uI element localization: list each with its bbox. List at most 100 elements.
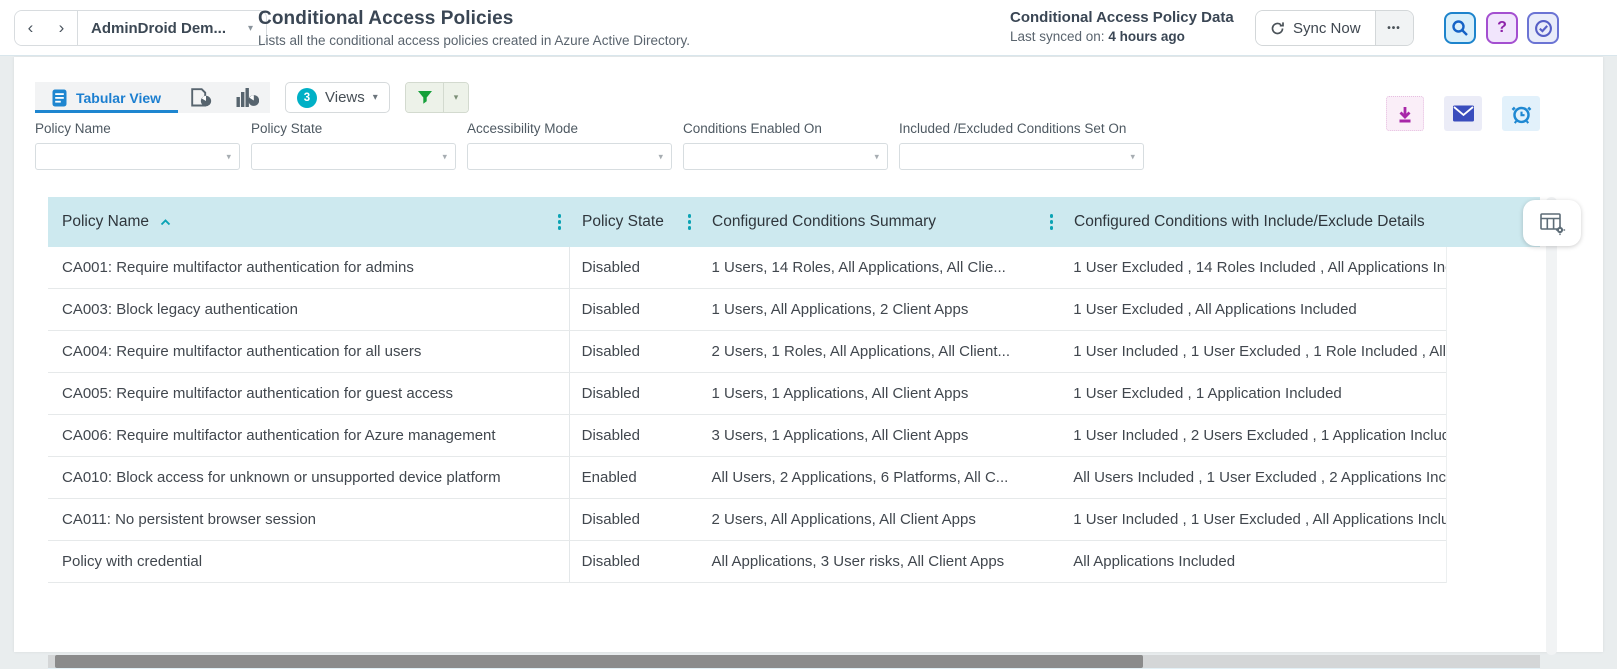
question-icon: ? xyxy=(1497,19,1507,37)
policies-table: Policy Name Policy State Configured Cond… xyxy=(48,197,1540,583)
export-actions xyxy=(1386,96,1540,131)
last-synced: Last synced on: 4 hours ago xyxy=(1010,29,1234,44)
tab-report-view[interactable] xyxy=(178,82,224,113)
cell-conditions-summary: 1 Users, 1 Applications, All Client Apps xyxy=(700,385,1062,402)
cell-conditions-summary: 3 Users, 1 Applications, All Client Apps xyxy=(700,427,1062,444)
schedule-alert-button[interactable] xyxy=(1502,96,1540,131)
apply-filter-button[interactable] xyxy=(406,83,443,112)
sync-more-button[interactable]: ••• xyxy=(1375,11,1413,45)
filter-dropdown[interactable]: ▾ xyxy=(683,143,888,170)
column-chooser-button[interactable] xyxy=(1523,200,1581,246)
download-icon xyxy=(1395,104,1415,124)
search-icon xyxy=(1451,19,1469,37)
vertical-scrollbar[interactable] xyxy=(1546,197,1557,655)
help-button[interactable]: ? xyxy=(1486,12,1518,44)
table-row[interactable]: CA004: Require multifactor authenticatio… xyxy=(48,331,1446,373)
last-synced-value: 4 hours ago xyxy=(1108,29,1185,44)
chevron-down-icon: ▾ xyxy=(442,151,447,162)
filter-label: Accessibility Mode xyxy=(467,121,672,136)
table-row[interactable]: CA001: Require multifactor authenticatio… xyxy=(48,247,1446,289)
table-row[interactable]: CA006: Require multifactor authenticatio… xyxy=(48,415,1446,457)
table-settings-icon xyxy=(1539,211,1566,236)
cell-policy-state: Disabled xyxy=(570,553,700,570)
views-dropdown-button[interactable]: 3 Views ▾ xyxy=(285,82,390,113)
email-button[interactable] xyxy=(1444,96,1482,131)
cell-policy-state: Enabled xyxy=(570,469,700,486)
cell-include-exclude-details: 1 User Excluded , 14 Roles Included , Al… xyxy=(1061,259,1446,276)
column-menu-icon[interactable] xyxy=(1041,214,1063,230)
tab-tabular-view[interactable]: Tabular View xyxy=(35,82,178,113)
filter-label: Included /Excluded Conditions Set On xyxy=(899,121,1144,136)
chevron-down-icon: ▾ xyxy=(874,151,879,162)
chevron-down-icon: ▾ xyxy=(454,92,459,103)
filter-dropdown[interactable]: ▾ xyxy=(467,143,672,170)
cell-include-exclude-details: 1 User Included , 2 Users Excluded , 1 A… xyxy=(1061,427,1446,444)
cell-policy-state: Disabled xyxy=(570,385,700,402)
cell-include-exclude-details: 1 User Excluded , 1 Application Included xyxy=(1061,385,1446,402)
views-count-badge: 3 xyxy=(297,88,317,108)
cell-policy-name: CA004: Require multifactor authenticatio… xyxy=(48,331,570,372)
column-label: Configured Conditions with Include/Exclu… xyxy=(1074,213,1425,231)
filter-dropdown[interactable]: ▾ xyxy=(35,143,240,170)
ellipsis-icon: ••• xyxy=(1387,23,1401,34)
chevron-down-icon: ▾ xyxy=(658,151,663,162)
bar-pie-chart-icon xyxy=(236,88,259,107)
forward-button[interactable]: › xyxy=(46,11,77,45)
page-title-block: Conditional Access Policies Lists all th… xyxy=(258,8,690,48)
nav-tenant-group: ‹ › AdminDroid Dem... ▾ xyxy=(14,10,267,46)
view-tab-group: Tabular View xyxy=(35,82,270,113)
filter-row: Policy Name ▾ Policy State ▾ Accessibili… xyxy=(35,121,1155,170)
table-row[interactable]: Policy with credential Disabled All Appl… xyxy=(48,541,1446,583)
filter-label: Policy Name xyxy=(35,121,240,136)
report-pie-icon xyxy=(191,88,212,107)
cell-conditions-summary: 1 Users, All Applications, 2 Client Apps xyxy=(700,301,1062,318)
horizontal-scrollbar-thumb[interactable] xyxy=(55,655,1143,668)
tenant-name: AdminDroid Dem... xyxy=(91,20,226,37)
table-row[interactable]: CA010: Block access for unknown or unsup… xyxy=(48,457,1446,499)
cell-policy-name: CA010: Block access for unknown or unsup… xyxy=(48,457,570,498)
top-header-bar: ‹ › AdminDroid Dem... ▾ Conditional Acce… xyxy=(0,0,1617,56)
table-header-row: Policy Name Policy State Configured Cond… xyxy=(48,197,1540,247)
table-body: CA001: Require multifactor authenticatio… xyxy=(48,247,1447,583)
schedule-status-button[interactable] xyxy=(1527,12,1559,44)
sync-now-label: Sync Now xyxy=(1293,20,1361,37)
chevron-down-icon: ▾ xyxy=(1130,151,1135,162)
table-row[interactable]: CA005: Require multifactor authenticatio… xyxy=(48,373,1446,415)
column-header-policy-name[interactable]: Policy Name xyxy=(48,197,570,247)
filter-split-button: ▾ xyxy=(405,82,469,113)
filter-dropdown[interactable]: ▾ xyxy=(899,143,1144,170)
cell-policy-name: CA001: Require multifactor authenticatio… xyxy=(48,247,570,288)
column-header-conditions-summary[interactable]: Configured Conditions Summary xyxy=(700,197,1062,247)
tab-label: Tabular View xyxy=(76,90,161,106)
table-row[interactable]: CA011: No persistent browser session Dis… xyxy=(48,499,1446,541)
cell-include-exclude-details: All Applications Included xyxy=(1061,553,1446,570)
tab-chart-view[interactable] xyxy=(224,82,270,113)
sync-icon xyxy=(1270,21,1285,36)
search-button[interactable] xyxy=(1444,12,1476,44)
filter-dropdown[interactable]: ▾ xyxy=(251,143,456,170)
column-header-include-exclude-details[interactable]: Configured Conditions with Include/Exclu… xyxy=(1062,197,1447,247)
alarm-clock-icon xyxy=(1510,102,1533,125)
table-row[interactable]: CA003: Block legacy authentication Disab… xyxy=(48,289,1446,331)
sync-button-group: Sync Now ••• xyxy=(1255,10,1414,46)
chevron-left-icon: ‹ xyxy=(28,18,34,38)
sync-now-button[interactable]: Sync Now xyxy=(1256,11,1375,45)
cell-conditions-summary: All Users, 2 Applications, 6 Platforms, … xyxy=(700,469,1062,486)
column-header-policy-state[interactable]: Policy State xyxy=(570,197,700,247)
report-card: Tabular View 3 Views ▾ ▾ xyxy=(14,57,1603,652)
cell-include-exclude-details: All Users Included , 1 User Excluded , 2… xyxy=(1061,469,1446,486)
tenant-dropdown[interactable]: AdminDroid Dem... ▾ xyxy=(78,11,266,45)
back-button[interactable]: ‹ xyxy=(15,11,46,45)
column-label: Policy State xyxy=(582,213,664,231)
filter-options-button[interactable]: ▾ xyxy=(443,83,468,112)
funnel-icon xyxy=(417,90,433,105)
download-button[interactable] xyxy=(1386,96,1424,131)
horizontal-scrollbar[interactable] xyxy=(48,655,1540,668)
column-label: Configured Conditions Summary xyxy=(712,213,936,231)
cell-conditions-summary: 2 Users, 1 Roles, All Applications, All … xyxy=(700,343,1062,360)
column-menu-icon[interactable] xyxy=(549,214,571,230)
cell-conditions-summary: 2 Users, All Applications, All Client Ap… xyxy=(700,511,1062,528)
cell-include-exclude-details: 1 User Included , 1 User Excluded , All … xyxy=(1061,511,1446,528)
sync-info: Conditional Access Policy Data Last sync… xyxy=(1010,9,1234,44)
column-menu-icon[interactable] xyxy=(679,214,701,230)
